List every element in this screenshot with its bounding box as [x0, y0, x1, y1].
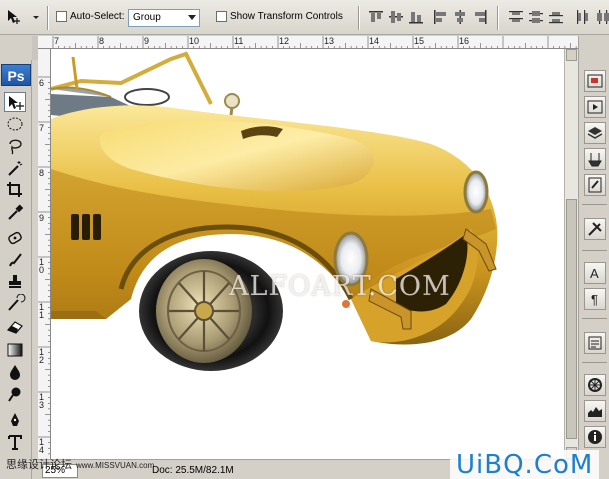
ruler-number: 6 [39, 78, 45, 88]
eyedropper-icon[interactable] [4, 202, 26, 222]
dodge-icon[interactable] [4, 384, 26, 404]
ruler-number: 1 1 [39, 302, 45, 320]
divider [47, 6, 49, 30]
distribute-vcenter-icon[interactable] [528, 8, 544, 26]
ruler-number: 15 [414, 36, 425, 46]
vertical-ruler[interactable]: 6 7 8 9 1 0 1 1 1 2 1 3 1 4 [38, 49, 51, 459]
info-icon[interactable] [584, 426, 606, 448]
navigator-icon[interactable] [584, 70, 606, 92]
move-tool-preset-icon[interactable] [6, 8, 22, 26]
show-transform-label: Show Transform Controls [230, 11, 343, 22]
type-icon[interactable] [4, 432, 26, 452]
pen-icon[interactable] [4, 410, 26, 430]
scroll-up-arrow-icon[interactable] [566, 49, 577, 61]
auto-select-dropdown[interactable]: Group [128, 9, 200, 27]
ruler-number: 1 3 [39, 392, 45, 410]
healing-icon[interactable] [4, 228, 26, 248]
notes-icon[interactable] [584, 332, 606, 354]
brushes-icon[interactable] [584, 174, 606, 196]
svg-text:A: A [590, 266, 599, 281]
tool-presets-icon[interactable] [584, 148, 606, 170]
distribute-left-icon[interactable] [574, 8, 590, 26]
auto-select-label: Auto-Select: [70, 11, 125, 22]
align-left-icon[interactable] [432, 8, 448, 26]
ruler-ticks [52, 36, 577, 48]
ruler-number: 8 [99, 36, 105, 46]
divider [497, 6, 499, 30]
marquee-icon[interactable] [4, 114, 26, 134]
ruler-number: 11 [234, 36, 244, 46]
ruler-number: 8 [39, 168, 45, 178]
ruler-number: 9 [39, 213, 45, 223]
actions-icon[interactable] [584, 96, 606, 118]
divider [358, 6, 360, 30]
canvas-watermark: ALFOART.COM [229, 271, 451, 302]
dropdown-arrow-icon [188, 15, 196, 20]
dock-divider [582, 318, 607, 319]
ruler-number: 9 [144, 36, 150, 46]
dock-divider [582, 250, 607, 251]
distribute-bottom-icon[interactable] [548, 8, 564, 26]
color-wheel-icon[interactable] [584, 374, 606, 396]
distribute-top-icon[interactable] [508, 8, 524, 26]
align-hcenter-icon[interactable] [452, 8, 468, 26]
lasso-icon[interactable] [4, 136, 26, 156]
ruler-number: 10 [189, 36, 200, 46]
crop-icon[interactable] [4, 180, 26, 200]
site-name: 思缘设计论坛 [6, 459, 72, 471]
align-vcenter-icon[interactable] [388, 8, 404, 26]
ruler-number: 16 [459, 36, 470, 46]
eraser-icon[interactable] [4, 316, 26, 336]
show-transform-checkbox[interactable] [216, 11, 227, 22]
gradient-icon[interactable] [4, 340, 26, 360]
history-brush-icon[interactable] [4, 294, 26, 314]
options-bar: Auto-Select: Group Show Transform Contro… [0, 0, 609, 35]
auto-select-checkbox[interactable] [56, 11, 67, 22]
chevron-down-icon[interactable] [28, 8, 40, 26]
ruler-number: 13 [324, 36, 335, 46]
ruler-number: 7 [54, 36, 60, 46]
ruler-number: 14 [369, 36, 380, 46]
site-url: www.MISSVUAN.com [76, 461, 155, 470]
distribute-hcenter-icon[interactable] [594, 8, 609, 26]
ruler-number: 1 0 [39, 257, 45, 275]
brush-icon[interactable] [4, 250, 26, 270]
histogram-icon[interactable] [584, 400, 606, 422]
ruler-number: 12 [279, 36, 290, 46]
site-watermark-right: UiBQ.CoM [450, 450, 600, 479]
styles-icon[interactable] [584, 218, 606, 240]
align-bottom-icon[interactable] [408, 8, 424, 26]
document-canvas[interactable]: ALFOART.COM [51, 49, 564, 459]
panel-dock: A ¶ [578, 36, 609, 479]
ruler-number: 1 4 [39, 437, 45, 455]
dock-divider [582, 362, 607, 363]
blur-icon[interactable] [4, 362, 26, 382]
dock-divider [582, 204, 607, 205]
ruler-number: 7 [39, 123, 45, 133]
character-icon[interactable]: A [584, 262, 606, 284]
photoshop-logo[interactable]: Ps [1, 64, 31, 86]
scroll-thumb[interactable] [566, 199, 577, 439]
gold-car-image [51, 51, 498, 371]
vertical-scrollbar[interactable] [564, 49, 578, 459]
move-icon[interactable] [4, 92, 26, 112]
align-top-icon[interactable] [368, 8, 384, 26]
horizontal-ruler[interactable]: 7 8 9 10 11 12 13 14 15 16 [38, 36, 578, 49]
paragraph-icon[interactable]: ¶ [584, 288, 606, 310]
layers-icon[interactable] [584, 122, 606, 144]
doc-size-readout[interactable]: Doc: 25.5M/82.1M [152, 465, 234, 476]
toolbox: Ps [0, 60, 32, 479]
auto-select-value: Group [133, 12, 161, 23]
ruler-number: 1 2 [39, 347, 45, 365]
clone-stamp-icon[interactable] [4, 272, 26, 292]
magic-wand-icon[interactable] [4, 158, 26, 178]
svg-text:¶: ¶ [591, 292, 598, 307]
site-watermark-left: 思缘设计论坛 www.MISSVUAN.com [6, 456, 154, 472]
align-right-icon[interactable] [472, 8, 488, 26]
